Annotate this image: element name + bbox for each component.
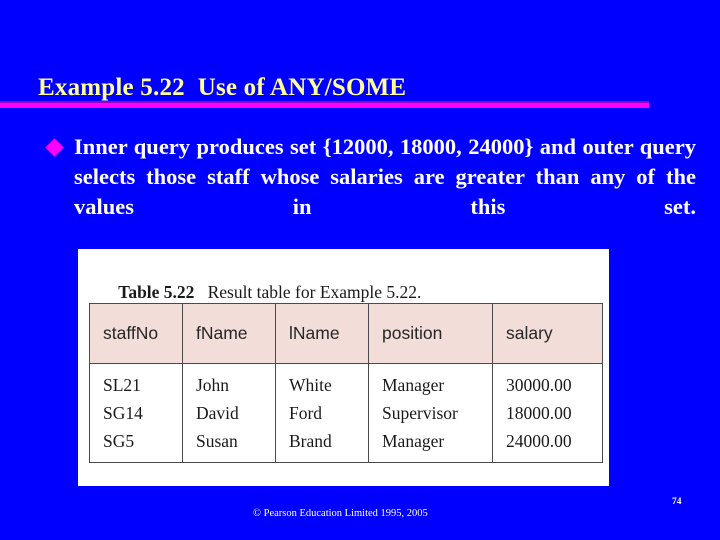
cell-lname: Ford: [275, 399, 369, 427]
slide-canvas: Example 5.22 Use of ANY/SOME Inner query…: [0, 0, 720, 540]
bullet-list: Inner query produces set {12000, 18000, …: [45, 132, 696, 252]
cell-salary: 18000.00: [492, 399, 603, 427]
table-row: SG5 Susan Brand Manager 24000.00: [89, 427, 603, 463]
column-header-salary: salary: [492, 303, 603, 364]
cell-salary: 24000.00: [492, 427, 603, 463]
column-header-fname: fName: [182, 303, 276, 364]
cell-position: Supervisor: [368, 399, 493, 427]
bullet-item-text: Inner query produces set {12000, 18000, …: [74, 134, 696, 219]
cell-position: Manager: [368, 363, 493, 399]
cell-fname: Susan: [182, 427, 276, 463]
cell-salary: 30000.00: [492, 363, 603, 399]
table-row: SG14 David Ford Supervisor 18000.00: [89, 399, 603, 427]
column-header-staffno: staffNo: [89, 303, 183, 364]
cell-lname: Brand: [275, 427, 369, 463]
table-caption-description: Result table for Example 5.22.: [207, 282, 422, 302]
table-row: SL21 John White Manager 30000.00: [89, 363, 603, 399]
copyright-notice: © Pearson Education Limited 1995, 2005: [253, 508, 428, 519]
cell-fname: John: [182, 363, 276, 399]
table-caption-spacer: [194, 282, 207, 302]
page-title: Example 5.22 Use of ANY/SOME: [38, 74, 407, 101]
title-divider: [0, 101, 649, 108]
cell-staffno: SL21: [89, 363, 183, 399]
cell-fname: David: [182, 399, 276, 427]
diamond-bullet-icon: [45, 138, 64, 157]
result-table-panel: Table 5.22 Result table for Example 5.22…: [78, 249, 609, 486]
cell-staffno: SG5: [89, 427, 183, 463]
cell-position: Manager: [368, 427, 493, 463]
result-table: staffNo fName lName position salary SL21…: [89, 303, 603, 463]
cell-lname: White: [275, 363, 369, 399]
column-header-lname: lName: [275, 303, 369, 364]
cell-staffno: SG14: [89, 399, 183, 427]
table-header-row: staffNo fName lName position salary: [89, 303, 603, 364]
page-number: 74: [672, 497, 682, 507]
table-caption-label: Table 5.22: [118, 282, 195, 302]
column-header-position: position: [368, 303, 493, 364]
